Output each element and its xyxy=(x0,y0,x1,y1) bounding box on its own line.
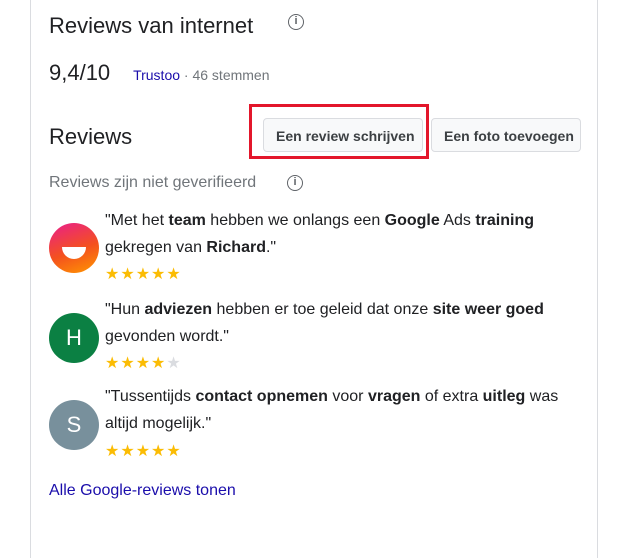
star-icon: ★ xyxy=(151,443,167,460)
star-icon: ★ xyxy=(120,355,136,372)
review-text-segment: "Hun xyxy=(105,301,145,318)
review-text-segment: voor xyxy=(327,388,368,405)
review-text-segment: "Tussentijds xyxy=(105,388,196,405)
info-icon[interactable]: i xyxy=(287,175,303,191)
trustoo-link[interactable]: Trustoo xyxy=(133,67,180,83)
star-icon: ★ xyxy=(120,443,136,460)
star-icon: ★ xyxy=(120,266,136,283)
star-icon: ★ xyxy=(166,355,182,372)
avatar-letter: S xyxy=(66,412,82,437)
review-text-segment: gekregen van xyxy=(105,239,207,256)
add-photo-button[interactable]: Een foto toevoegen xyxy=(431,118,581,152)
review-text-segment: ." xyxy=(265,239,277,256)
star-icon: ★ xyxy=(166,443,182,460)
rating-stars: ★★★★★ xyxy=(105,444,182,460)
rating-stars: ★★★★★ xyxy=(105,356,182,372)
avatar: H xyxy=(49,313,99,363)
info-icon[interactable]: i xyxy=(288,14,304,30)
star-icon: ★ xyxy=(105,266,121,283)
review-text-segment: uitleg xyxy=(482,388,526,405)
review-text-segment: gevonden wordt." xyxy=(105,328,229,345)
smile-icon xyxy=(62,247,86,259)
avatar-letter: H xyxy=(66,325,82,350)
star-icon: ★ xyxy=(151,266,167,283)
star-icon: ★ xyxy=(151,355,167,372)
review-text-segment: "Met het xyxy=(105,212,169,229)
avatar: S xyxy=(49,400,99,450)
unverified-note: Reviews zijn niet geverifieerd xyxy=(49,174,257,191)
rating-stars: ★★★★★ xyxy=(105,267,182,283)
review-text-segment: hebben we onlangs een xyxy=(205,212,385,229)
review-text-2: "Hun adviezen hebben er toe geleid dat o… xyxy=(105,296,585,350)
review-text-segment: of extra xyxy=(420,388,483,405)
review-text-segment: contact opnemen xyxy=(195,388,328,405)
star-icon: ★ xyxy=(135,443,152,460)
review-text-segment: hebben er toe geleid dat onze xyxy=(212,301,433,318)
review-text-segment: Google xyxy=(384,212,440,229)
reviews-title: Reviews xyxy=(49,124,133,149)
review-text-1: "Met het team hebben we onlangs een Goog… xyxy=(105,207,585,261)
star-icon: ★ xyxy=(135,355,152,372)
score-value: 9,4/10 xyxy=(49,60,111,85)
avatar xyxy=(49,223,99,273)
score-row: 9,4/10 Trustoo · 46 stemmen xyxy=(49,60,270,86)
star-icon: ★ xyxy=(166,266,182,283)
review-text-segment: adviezen xyxy=(144,301,213,318)
review-text-segment: Richard xyxy=(206,239,266,256)
write-review-button[interactable]: Een review schrijven xyxy=(263,118,423,152)
review-text-segment: site weer goed xyxy=(432,301,544,318)
votes-count: · 46 stemmen xyxy=(180,67,270,83)
review-text-segment: team xyxy=(168,212,206,229)
review-text-segment: training xyxy=(475,212,535,229)
review-text-segment: Ads xyxy=(439,212,476,229)
star-icon: ★ xyxy=(105,355,121,372)
web-reviews-title: Reviews van internet xyxy=(49,13,254,38)
star-icon: ★ xyxy=(135,266,152,283)
review-text-segment: vragen xyxy=(367,388,421,405)
star-icon: ★ xyxy=(105,443,121,460)
review-text-3: "Tussentijds contact opnemen voor vragen… xyxy=(105,383,585,437)
all-google-reviews-link[interactable]: Alle Google-reviews tonen xyxy=(49,482,236,500)
